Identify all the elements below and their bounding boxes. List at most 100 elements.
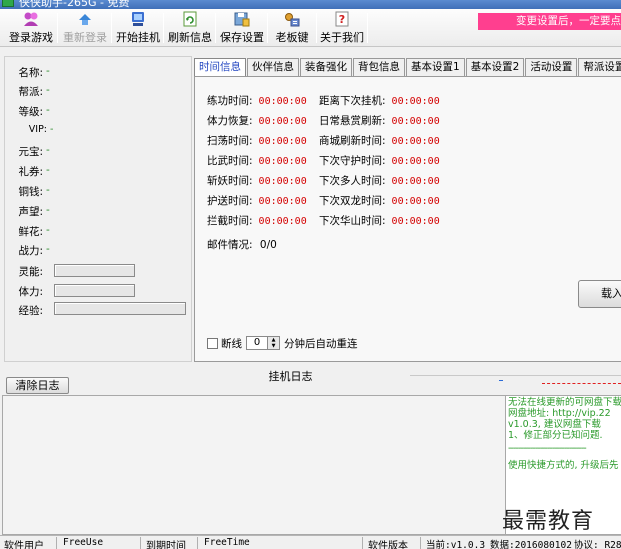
spin-down-icon[interactable]: ▼ (272, 343, 276, 349)
settings-notice-banner: 变更设置后，一定要点 (478, 13, 621, 30)
timer-value: 00:00:00 (391, 196, 440, 207)
info-value: - (46, 224, 50, 236)
timer-value: 00:00:00 (391, 176, 440, 187)
settings-tabs: 时间信息 伙伴信息 装备强化 背包信息 基本设置1 基本设置2 活动设置 帮派设… (194, 58, 621, 77)
auto-reconnect-row: 断线 0 ▲ ▼ 分钟后自动重连 (207, 335, 358, 351)
time-row: 下次双龙时间: 00:00:00 (319, 195, 440, 207)
time-row: 下次华山时间: 00:00:00 (319, 215, 440, 227)
timer-value: 00:00:00 (258, 176, 307, 187)
update-notice-divider: -------------------------------- (508, 443, 587, 454)
update-notice-line: v1.0.3, 建议网盘下载 (508, 419, 601, 430)
timer-value: 00:00:00 (391, 216, 440, 227)
user-label: 软件用户 (4, 541, 44, 549)
refresh-info-button[interactable]: 刷新信息 (168, 11, 212, 45)
tab-time-info[interactable]: 时间信息 (194, 58, 246, 77)
current-version: 当前:v1.0.3 (426, 540, 486, 549)
time-info-panel: 练功时间: 00:00:00 体力恢复: 00:00:00 扫荡时间: 00:00:0… (194, 76, 621, 362)
auto-reconnect-checkbox[interactable] (207, 337, 218, 349)
data-version: 数据:2016080102 (490, 540, 572, 549)
time-row: 商城刷新时间: 00:00:00 (319, 135, 440, 147)
info-label: 元宝: (18, 146, 43, 158)
hangup-log-box[interactable] (2, 395, 506, 535)
info-label: 等级: (18, 106, 43, 118)
info-value: - (46, 184, 50, 196)
window-title: 侠侠助手-265G - 免费 (19, 0, 130, 9)
svg-text:?: ? (339, 13, 345, 26)
login-game-button[interactable]: 登录游戏 (8, 11, 54, 45)
timer-value: 00:00:00 (258, 216, 307, 227)
update-notice-line: 无法在线更新的可网盘下载 (508, 397, 621, 408)
time-row: 斩妖时间: 00:00:00 (207, 175, 307, 187)
log-separator (542, 383, 621, 384)
update-notice-line: 网盘地址: http://vip.22 (508, 408, 611, 419)
info-label: 声望: (18, 206, 43, 218)
tab-basic-settings-1[interactable]: 基本设置1 (406, 58, 465, 76)
info-value: - (50, 124, 54, 135)
clear-log-button[interactable]: 清除日志 (6, 377, 69, 394)
tab-backpack-info[interactable]: 背包信息 (353, 58, 405, 76)
spirit-label: 灵能: (18, 266, 43, 278)
spirit-bar (54, 264, 135, 277)
watermark-text: 最需教育 (502, 509, 595, 534)
timer-value: 00:00:00 (258, 96, 307, 107)
time-row: 比武时间: 00:00:00 (207, 155, 307, 167)
save-icon (233, 11, 251, 27)
boss-key-icon (283, 11, 301, 27)
info-value: - (46, 104, 50, 116)
app-icon (2, 0, 14, 7)
reconnect-minutes-spinner[interactable]: ▲ ▼ (268, 336, 280, 350)
info-value: - (46, 84, 50, 96)
time-row: 日常悬赏刷新: 00:00:00 (319, 115, 440, 127)
expire-label: 到期时间 (146, 541, 186, 549)
time-row: 拦截时间: 00:00:00 (207, 215, 307, 227)
stamina-label: 体力: (18, 286, 43, 298)
log-marker (499, 380, 503, 381)
expire-value: FreeTime (204, 537, 250, 548)
info-label: 铜钱: (18, 186, 43, 198)
info-label: 鲜花: (18, 226, 43, 238)
info-value: - (46, 164, 50, 176)
exp-bar (54, 302, 186, 315)
tab-activity-settings[interactable]: 活动设置 (525, 58, 578, 76)
timer-value: 00:00:00 (258, 196, 307, 207)
mail-status: 邮件情况: 0/0 (207, 239, 277, 251)
tab-guild-settings[interactable]: 帮派设置 (578, 58, 621, 76)
update-notice-line: 1、修正部分已知问题. (508, 430, 603, 441)
time-row: 护送时间: 00:00:00 (207, 195, 307, 207)
time-row: 扫荡时间: 00:00:00 (207, 135, 307, 147)
timer-value: 00:00:00 (258, 156, 307, 167)
time-row: 距离下次挂机: 00:00:00 (319, 95, 440, 107)
info-label: 礼券: (18, 166, 43, 178)
update-notice-tip: 使用快捷方式的, 升级后先 (508, 460, 619, 471)
spin-up-icon[interactable]: ▲ (272, 337, 276, 343)
timer-value: 00:00:00 (258, 136, 307, 147)
refresh-icon (181, 11, 199, 27)
login-icon (22, 11, 40, 27)
info-value: - (46, 144, 50, 156)
start-hangup-button[interactable]: 开始挂机 (116, 11, 160, 45)
about-us-button[interactable]: ? 关于我们 (320, 11, 364, 45)
info-label: 帮派: (18, 86, 43, 98)
relogin-icon (76, 11, 94, 27)
tab-partner-info[interactable]: 伙伴信息 (247, 58, 299, 76)
info-value: - (46, 204, 50, 216)
save-settings-button[interactable]: 保存设置 (220, 11, 264, 45)
character-info-panel: 名称: - 帮派: - 等级: - VIP: - 元宝: - 礼券: - 铜钱: - 声望: -… (4, 56, 192, 362)
info-label: 战力: (18, 245, 43, 257)
boss-key-button[interactable]: 老板键 (274, 11, 310, 45)
relogin-button[interactable]: 重新登录 (62, 11, 108, 45)
load-button[interactable]: 载入 (578, 280, 621, 308)
tab-basic-settings-2[interactable]: 基本设置2 (465, 58, 525, 76)
reconnect-minutes-input[interactable]: 0 (246, 336, 268, 350)
version-label: 软件版本 (368, 541, 408, 549)
info-value: - (46, 65, 50, 77)
tab-equipment-enhance[interactable]: 装备强化 (300, 58, 352, 76)
timer-value: 00:00:00 (391, 136, 440, 147)
protocol-version: 协议: R28 (574, 540, 621, 549)
log-title: 挂机日志 (268, 370, 313, 383)
time-row: 体力恢复: 00:00:00 (207, 115, 307, 127)
start-icon (129, 11, 147, 27)
status-bar: 软件用户 FreeUse 到期时间 FreeTime 软件版本 当前:v1.0.… (0, 535, 621, 549)
log-title-divider (410, 375, 621, 376)
time-row: 下次多人时间: 00:00:00 (319, 175, 440, 187)
